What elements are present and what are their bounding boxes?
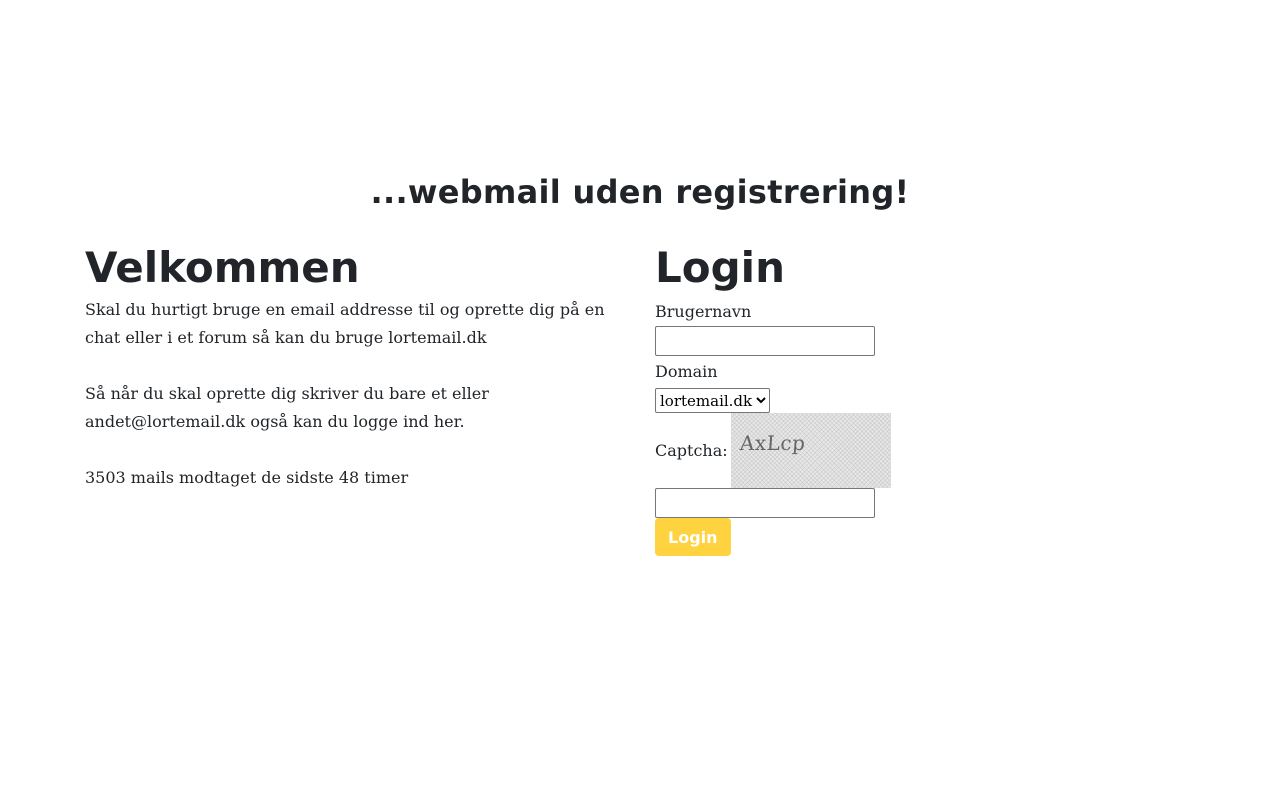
- welcome-paragraph-1: Skal du hurtigt bruge en email addresse …: [85, 300, 605, 347]
- domain-label: Domain: [655, 362, 718, 381]
- captcha-row: Captcha: AxLcp: [655, 413, 1055, 488]
- login-form: Login Brugernavn Domain lortemail.dk Cap…: [655, 240, 1055, 556]
- mail-stats: 3503 mails modtaget de sidste 48 timer: [85, 468, 409, 487]
- username-input[interactable]: [655, 326, 875, 356]
- username-label: Brugernavn: [655, 302, 752, 321]
- captcha-text: AxLcp: [738, 431, 807, 455]
- domain-select[interactable]: lortemail.dk: [655, 388, 770, 413]
- captcha-image: AxLcp: [730, 413, 891, 488]
- welcome-paragraph-2: Så når du skal oprette dig skriver du ba…: [85, 384, 489, 431]
- captcha-label: Captcha:: [655, 440, 728, 460]
- tagline: ...webmail uden registrering!: [370, 173, 910, 211]
- welcome-section: Velkommen Skal du hurtigt bruge en email…: [85, 240, 625, 492]
- captcha-input[interactable]: [655, 488, 875, 518]
- login-button[interactable]: Login: [655, 518, 731, 556]
- login-heading: Login: [655, 243, 785, 292]
- welcome-heading: Velkommen: [85, 243, 360, 292]
